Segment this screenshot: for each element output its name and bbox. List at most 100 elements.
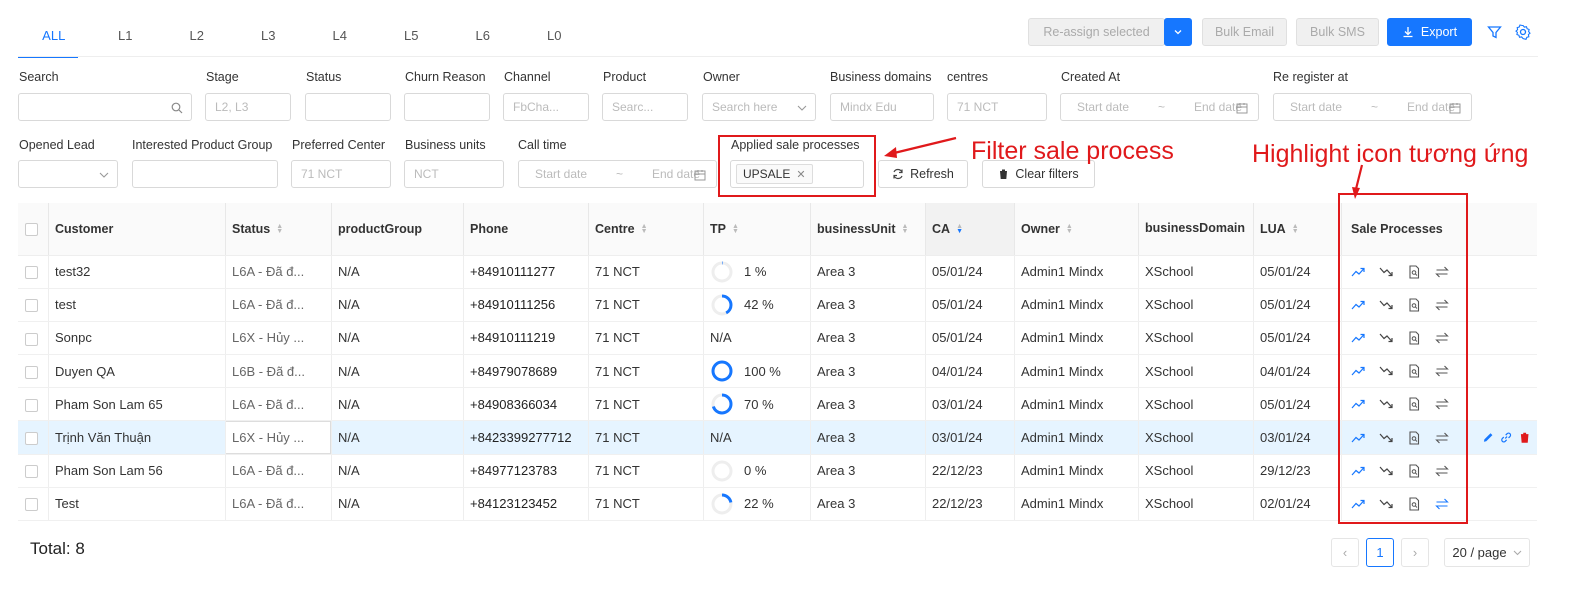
delete-icon[interactable] <box>1519 431 1530 444</box>
tab-l2[interactable]: L2 <box>161 20 233 52</box>
table-row[interactable]: Test L6A - Đã đ... N/A +84123123452 71 N… <box>18 487 1537 522</box>
cell-customer[interactable]: Test <box>48 487 225 522</box>
business-units-select[interactable]: NCT <box>404 160 504 188</box>
row-checkbox[interactable] <box>25 398 38 412</box>
col-lua[interactable]: LUA ▲ ▼ <box>1253 203 1341 256</box>
status-select[interactable] <box>305 93 391 121</box>
cell-status[interactable]: L6X - Hủy ... <box>225 420 331 455</box>
cell-status[interactable]: L6A - Đã đ... <box>225 387 331 422</box>
col-centre[interactable]: Centre ▲ ▼ <box>588 203 703 256</box>
created-start: Start date <box>1077 100 1130 114</box>
cell-lua: 05/01/24 <box>1253 387 1341 422</box>
cell-customer[interactable]: Trịnh Văn Thuận <box>48 420 225 455</box>
filter-icon[interactable] <box>1487 25 1502 40</box>
tab-all[interactable]: ALL <box>18 20 90 58</box>
table-row[interactable]: Pham Son Lam 56 L6A - Đã đ... N/A +84977… <box>18 454 1537 488</box>
tab-l0[interactable]: L0 <box>519 20 591 52</box>
table-row[interactable]: test L6A - Đã đ... N/A +84910111256 71 N… <box>18 288 1537 322</box>
tab-l5[interactable]: L5 <box>376 20 448 52</box>
table-row[interactable]: Trịnh Văn Thuận L6X - Hủy ... N/A +84233… <box>18 420 1537 455</box>
col-ca[interactable]: CA ▲ ▼ <box>925 203 1014 256</box>
export-button[interactable]: Export <box>1387 18 1472 46</box>
edit-icon[interactable] <box>1482 431 1494 444</box>
preferred-center-select[interactable]: 71 NCT <box>291 160 391 188</box>
row-checkbox[interactable] <box>25 266 38 280</box>
cell-actions <box>1475 354 1537 389</box>
cell-business-unit: Area 3 <box>810 354 925 389</box>
cell-phone: +8423399277712 <box>463 420 588 455</box>
cell-customer[interactable]: test <box>48 288 225 322</box>
refresh-label: Refresh <box>910 167 954 181</box>
select-all-checkbox[interactable] <box>25 222 38 236</box>
row-select <box>18 420 48 455</box>
col-status[interactable]: Status ▲ ▼ <box>225 203 331 256</box>
opened-lead-select[interactable] <box>18 160 118 188</box>
tab-l4[interactable]: L4 <box>304 20 376 52</box>
tab-l1[interactable]: L1 <box>90 20 162 52</box>
row-checkbox[interactable] <box>25 465 38 479</box>
tab-l6[interactable]: L6 <box>447 20 519 52</box>
tp-progress-ring <box>711 294 733 316</box>
annotation-box-sale-processes <box>1338 193 1468 524</box>
owner-select[interactable]: Search here <box>702 93 816 121</box>
re-register-range[interactable]: Start date ~ End date <box>1273 93 1472 121</box>
next-page-button[interactable]: › <box>1401 538 1429 567</box>
channel-select[interactable]: FbCha... <box>503 93 589 121</box>
prev-page-button[interactable]: ‹ <box>1331 538 1359 567</box>
search-input[interactable] <box>18 93 192 121</box>
cell-customer[interactable]: Sonpc <box>48 321 225 356</box>
cell-ca: 04/01/24 <box>925 354 1014 389</box>
stage-input[interactable]: L2, L3 <box>205 93 291 121</box>
row-checkbox[interactable] <box>25 299 38 313</box>
bulk-email-button[interactable]: Bulk Email <box>1202 18 1287 46</box>
product-select[interactable]: Searc... <box>602 93 688 121</box>
tp-value: 42 % <box>744 297 774 313</box>
table-row[interactable]: Duyen QA L6B - Đã đ... N/A +84979078689 … <box>18 354 1537 389</box>
cell-centre: 71 NCT <box>588 288 703 322</box>
cell-customer[interactable]: Pham Son Lam 56 <box>48 454 225 488</box>
call-time-range[interactable]: Start date ~ End date <box>518 160 717 188</box>
cell-customer[interactable]: test32 <box>48 255 225 289</box>
cell-product-group: N/A <box>331 288 463 322</box>
table-row[interactable]: Sonpc L6X - Hủy ... N/A +84910111219 71 … <box>18 321 1537 356</box>
cell-customer[interactable]: Pham Son Lam 65 <box>48 387 225 422</box>
cell-phone: +84979078689 <box>463 354 588 389</box>
row-checkbox[interactable] <box>25 432 38 446</box>
gear-icon[interactable] <box>1515 24 1531 40</box>
reassign-dropdown-button[interactable] <box>1164 18 1192 46</box>
cell-status[interactable]: L6A - Đã đ... <box>225 487 331 522</box>
created-at-range[interactable]: Start date ~ End date <box>1060 93 1259 121</box>
page-size-select[interactable]: 20 / page <box>1444 538 1530 567</box>
reassign-button[interactable]: Re-assign selected <box>1028 18 1165 46</box>
col-tp[interactable]: TP ▲ ▼ <box>703 203 810 256</box>
cell-status[interactable]: L6A - Đã đ... <box>225 454 331 488</box>
bulk-sms-button[interactable]: Bulk SMS <box>1296 18 1379 46</box>
cell-status[interactable]: L6A - Đã đ... <box>225 255 331 289</box>
cell-customer[interactable]: Duyen QA <box>48 354 225 389</box>
cell-phone: +84908366034 <box>463 387 588 422</box>
interested-product-group-select[interactable] <box>132 160 278 188</box>
refresh-button[interactable]: Refresh <box>878 160 968 188</box>
col-business-unit[interactable]: businessUnit ▲ ▼ <box>810 203 925 256</box>
centres-select[interactable]: 71 NCT <box>947 93 1047 121</box>
row-checkbox[interactable] <box>25 365 38 379</box>
cell-business-domain: XSchool <box>1138 420 1253 455</box>
cell-status[interactable]: L6X - Hủy ... <box>225 321 331 356</box>
sort-icon: ▲ ▼ <box>1065 223 1073 236</box>
business-domains-select[interactable]: Mindx Edu <box>830 93 934 121</box>
churn-reason-select[interactable] <box>404 93 490 121</box>
link-icon[interactable] <box>1500 431 1512 444</box>
col-owner[interactable]: Owner ▲ ▼ <box>1014 203 1138 256</box>
row-checkbox[interactable] <box>25 332 38 346</box>
table-row[interactable]: test32 L6A - Đã đ... N/A +84910111277 71… <box>18 255 1537 289</box>
cell-status[interactable]: L6B - Đã đ... <box>225 354 331 389</box>
page-1-button[interactable]: 1 <box>1366 538 1394 567</box>
cell-lua: 05/01/24 <box>1253 321 1341 356</box>
col-status-label: Status <box>232 221 271 236</box>
cell-tp: 70 % <box>703 387 810 422</box>
calltime-start: Start date <box>535 167 588 181</box>
tab-l3[interactable]: L3 <box>233 20 305 52</box>
row-checkbox[interactable] <box>25 498 38 512</box>
cell-status[interactable]: L6A - Đã đ... <box>225 288 331 322</box>
table-row[interactable]: Pham Son Lam 65 L6A - Đã đ... N/A +84908… <box>18 387 1537 422</box>
